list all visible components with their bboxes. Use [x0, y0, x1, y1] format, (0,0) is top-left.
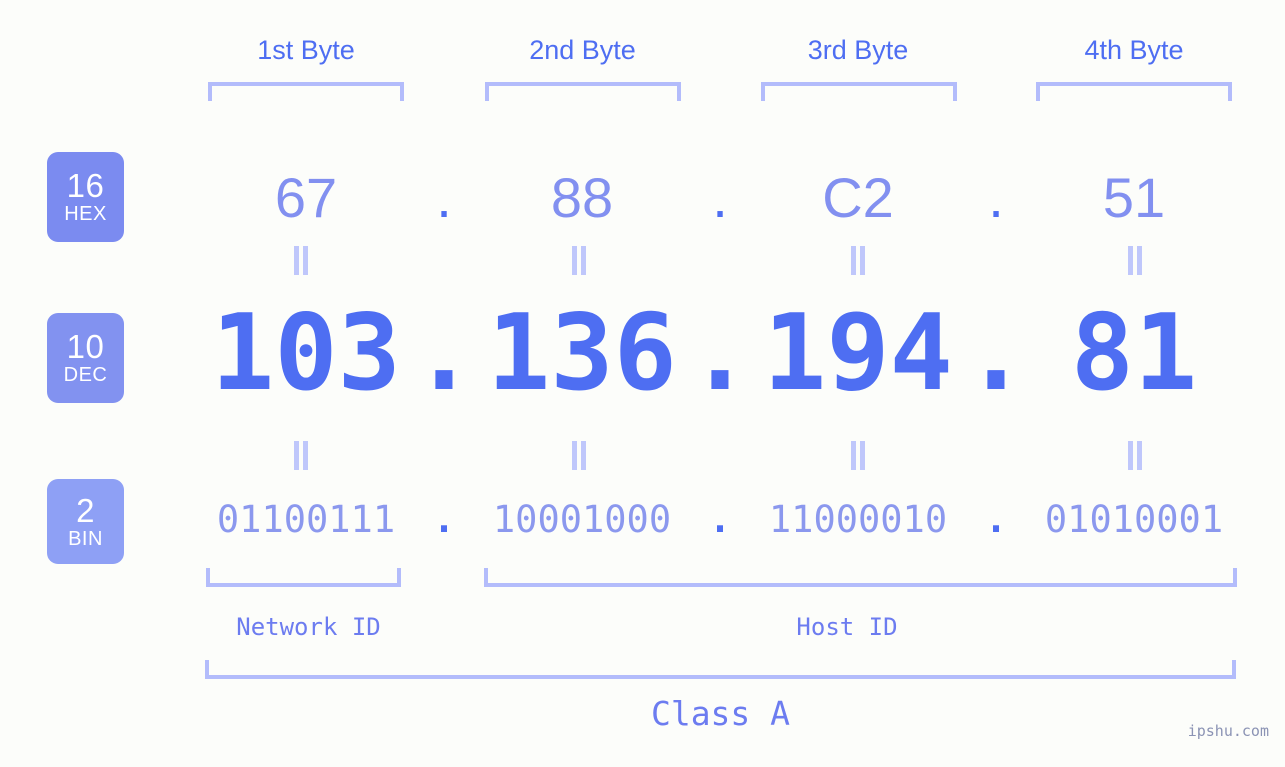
ip-address-breakdown-diagram: 1st Byte 2nd Byte 3rd Byte 4th Byte 16 H… — [0, 0, 1285, 767]
dec-octet-4: 81 — [1070, 291, 1198, 414]
base-badge-hex: 16 HEX — [47, 152, 124, 242]
hex-octet-3: C2 — [822, 165, 894, 229]
dec-octet-2: 136 — [487, 291, 677, 414]
equals-mark-hex-dec-3 — [850, 246, 866, 275]
base-badge-bin-number: 2 — [76, 491, 95, 529]
byte-header-1: 1st Byte — [257, 35, 355, 65]
equals-mark-dec-bin-2 — [571, 441, 587, 470]
byte-bracket-top-1 — [208, 82, 404, 101]
bin-separator-2: . — [708, 498, 732, 541]
bin-separator-3: . — [984, 498, 1008, 541]
bin-value-row: 01100111 . 10001000 . 11000010 . 0101000… — [140, 490, 1285, 550]
dec-separator-1: . — [412, 291, 476, 414]
equals-mark-hex-dec-4 — [1127, 246, 1143, 275]
equals-mark-hex-dec-2 — [571, 246, 587, 275]
bin-octet-4: 01010001 — [1044, 498, 1224, 541]
hex-separator-1: . — [436, 165, 452, 229]
class-bracket — [205, 660, 1236, 679]
base-badge-hex-number: 16 — [66, 167, 105, 204]
bin-octet-3: 11000010 — [768, 498, 948, 541]
hex-separator-2: . — [712, 165, 728, 229]
equals-mark-dec-bin-4 — [1127, 441, 1143, 470]
hex-value-row: 67 . 88 . C2 . 51 — [140, 155, 1285, 240]
bin-separator-1: . — [432, 498, 456, 541]
network-id-bracket — [206, 568, 401, 587]
byte-header-4: 4th Byte — [1084, 35, 1184, 65]
equals-mark-dec-bin-3 — [850, 441, 866, 470]
base-badge-bin: 2 BIN — [47, 479, 124, 564]
byte-bracket-top-2 — [485, 82, 681, 101]
equals-mark-dec-bin-1 — [293, 441, 309, 470]
base-badge-hex-abbr: HEX — [64, 203, 107, 225]
bin-octet-2: 10001000 — [492, 498, 672, 541]
hex-octet-4: 51 — [1102, 165, 1166, 229]
base-badge-dec-number: 10 — [66, 328, 105, 365]
network-id-label: Network ID — [236, 613, 381, 641]
hex-octet-2: 88 — [550, 165, 614, 229]
byte-bracket-top-4 — [1036, 82, 1232, 101]
bin-octet-1: 01100111 — [216, 498, 396, 541]
byte-bracket-top-3 — [761, 82, 957, 101]
dec-separator-3: . — [964, 291, 1028, 414]
byte-header-3: 3rd Byte — [807, 35, 909, 65]
dec-separator-2: . — [688, 291, 752, 414]
base-badge-dec: 10 DEC — [47, 313, 124, 403]
dec-octet-1: 103 — [211, 291, 401, 414]
hex-octet-1: 67 — [274, 165, 338, 229]
equals-mark-hex-dec-1 — [293, 246, 309, 275]
base-badge-bin-abbr: BIN — [68, 527, 103, 550]
dec-value-row: 103 . 136 . 194 . 81 — [140, 291, 1285, 414]
site-watermark: ipshu.com — [1187, 722, 1269, 740]
host-id-bracket — [484, 568, 1237, 587]
dec-octet-3: 194 — [763, 291, 953, 414]
hex-separator-3: . — [988, 165, 1004, 229]
base-badge-dec-abbr: DEC — [63, 364, 108, 386]
host-id-label: Host ID — [796, 613, 898, 641]
class-label: Class A — [650, 694, 791, 733]
byte-header-2: 2nd Byte — [529, 35, 636, 65]
